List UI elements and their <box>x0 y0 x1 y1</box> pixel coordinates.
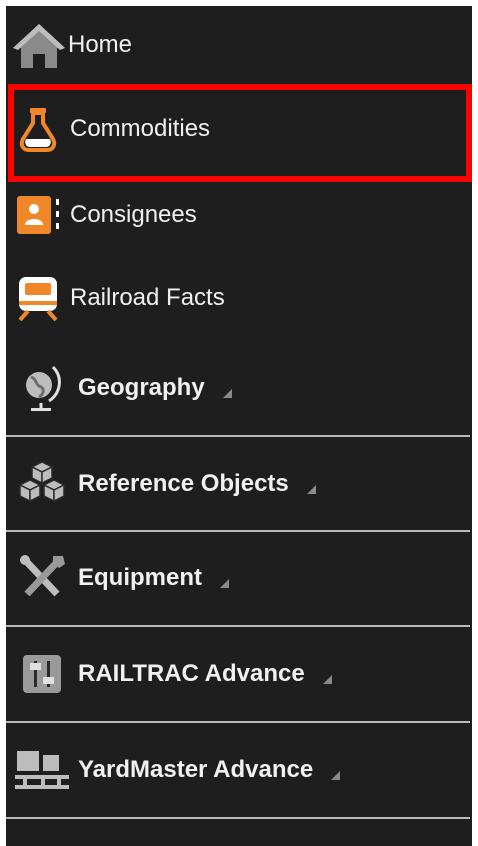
divider <box>6 817 470 819</box>
expand-caret-icon[interactable] <box>331 770 341 780</box>
sidebar-nav: Home Commodities Consignees Railroad Fac… <box>6 6 472 846</box>
divider <box>6 721 470 723</box>
sidebar-item-label: Home <box>68 31 133 58</box>
globe-icon <box>6 363 78 413</box>
cubes-icon <box>6 460 78 508</box>
tools-icon <box>6 554 78 602</box>
sidebar-item-label: Geography <box>78 374 205 401</box>
sidebar-item-label: Consignees <box>70 201 197 228</box>
divider <box>6 530 470 532</box>
home-icon <box>6 20 68 70</box>
expand-caret-icon[interactable] <box>306 484 316 494</box>
sidebar-item-geography[interactable]: Geography <box>6 360 472 416</box>
sidebar-item-equipment[interactable]: Equipment <box>6 550 472 606</box>
sidebar-item-label: YardMaster Advance <box>78 756 314 783</box>
expand-caret-icon[interactable] <box>322 674 332 684</box>
sidebar-item-label: Equipment <box>78 564 202 591</box>
sidebar-item-yardmaster-advance[interactable]: YardMaster Advance <box>6 742 472 798</box>
divider <box>6 435 470 437</box>
divider <box>6 625 470 627</box>
sidebar-item-label: RAILTRAC Advance <box>78 660 305 687</box>
sidebar-item-consignees[interactable]: Consignees <box>6 190 472 240</box>
train-icon <box>6 275 70 321</box>
sliders-icon <box>6 651 78 697</box>
sidebar-item-railtrac-advance[interactable]: RAILTRAC Advance <box>6 646 472 702</box>
sidebar-item-home[interactable]: Home <box>6 20 472 70</box>
expand-caret-icon[interactable] <box>220 578 229 588</box>
sidebar-item-label: Railroad Facts <box>70 284 225 311</box>
contact-card-icon <box>6 193 70 237</box>
sidebar-item-label: Reference Objects <box>78 470 289 497</box>
sidebar-item-reference-objects[interactable]: Reference Objects <box>6 456 472 512</box>
sidebar-item-railroad-facts[interactable]: Railroad Facts <box>6 272 472 324</box>
selection-highlight <box>8 84 472 182</box>
expand-caret-icon[interactable] <box>222 388 232 398</box>
yard-icon <box>6 747 78 793</box>
